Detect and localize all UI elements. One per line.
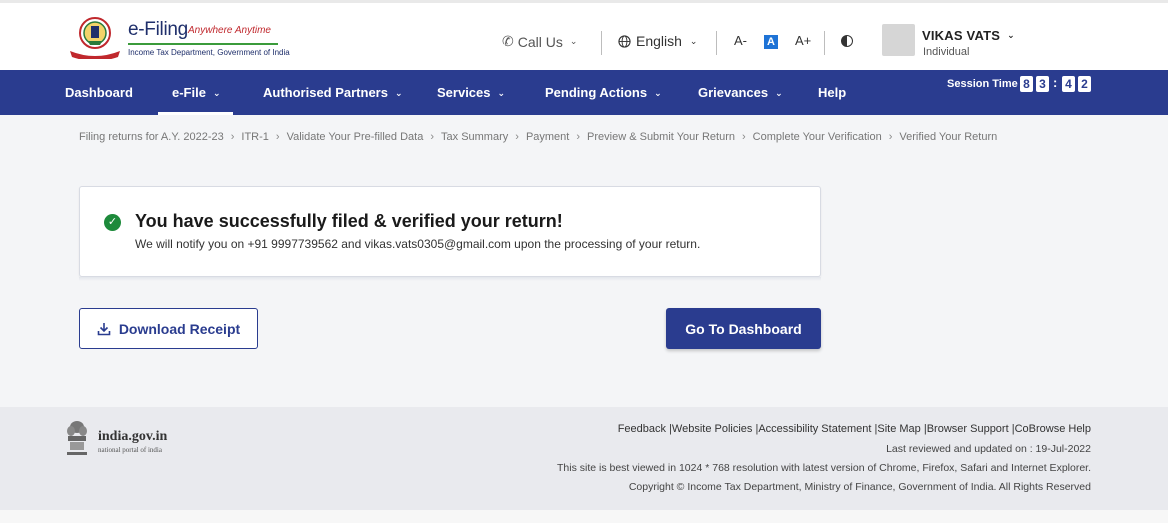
call-us-label: Call Us [517, 33, 563, 50]
logo-dept: Income Tax Department, Government of Ind… [128, 48, 290, 57]
download-receipt-button[interactable]: Download Receipt [79, 308, 258, 349]
go-to-dashboard-button[interactable]: Go To Dashboard [666, 308, 821, 349]
success-message: We will notify you on +91 9997739562 and… [135, 237, 701, 251]
chevron-down-icon: ⌄ [775, 87, 783, 98]
download-receipt-label: Download Receipt [118, 320, 241, 337]
india-gov-sub: national portal of india [98, 446, 162, 454]
income-tax-emblem-icon [70, 17, 120, 59]
avatar[interactable] [882, 24, 915, 56]
user-name: VIKAS VATS [922, 28, 1001, 43]
call-us-dropdown[interactable]: ✆ Call Us ⌄ [502, 33, 577, 50]
chevron-down-icon: ⌄ [654, 87, 662, 98]
nav-label: Authorised Partners [263, 84, 388, 100]
success-card: ✓ You have successfully filed & verified… [79, 186, 821, 277]
breadcrumb-item[interactable]: Complete Your Verification [753, 131, 882, 143]
footer: india.gov.in national portal of india Fe… [0, 407, 1168, 510]
language-label: English [636, 33, 682, 49]
font-increase-button[interactable]: A+ [795, 33, 811, 48]
breadcrumb-item[interactable]: ITR-1 [241, 131, 269, 143]
session-colon: : [1053, 75, 1058, 90]
globe-icon [618, 34, 631, 48]
efiling-logo[interactable]: e-Filing Anywhere Anytime Income Tax Dep… [64, 15, 290, 61]
session-digit: 2 [1078, 76, 1091, 92]
breadcrumb-item[interactable]: Filing returns for A.Y. 2022-23 [79, 131, 224, 143]
footer-link-website-policies[interactable]: Website Policies [672, 423, 753, 435]
phone-icon: ✆ [502, 33, 514, 49]
breadcrumb: Filing returns for A.Y. 2022-23 › ITR-1 … [79, 131, 997, 143]
success-headline: You have successfully filed & verified y… [135, 211, 563, 231]
divider [601, 31, 602, 55]
nav-label: Help [818, 84, 847, 100]
chevron-right-icon: › [515, 131, 519, 143]
session-time-label: Session Time [947, 78, 1018, 90]
footer-link-feedback[interactable]: Feedback [618, 423, 666, 435]
breadcrumb-item[interactable]: Tax Summary [441, 131, 508, 143]
nav-label: Pending Actions [545, 84, 648, 100]
go-to-dashboard-label: Go To Dashboard [685, 320, 802, 337]
user-menu[interactable]: VIKAS VATS ⌄ [922, 28, 1015, 43]
chevron-down-icon: ⌄ [1007, 30, 1015, 40]
footer-link-cobrowse-help[interactable]: CoBrowse Help [1015, 423, 1091, 435]
footer-link-site-map[interactable]: Site Map [877, 423, 920, 435]
breadcrumb-item[interactable]: Validate Your Pre-filled Data [287, 131, 424, 143]
bottom-strip [0, 510, 1168, 523]
font-decrease-button[interactable]: A- [734, 33, 747, 48]
top-header: e-Filing Anywhere Anytime Income Tax Dep… [0, 0, 1168, 70]
card-shadow [79, 277, 821, 281]
breadcrumb-item[interactable]: Payment [526, 131, 569, 143]
chevron-down-icon: ⌄ [569, 36, 578, 46]
footer-link-accessibility[interactable]: Accessibility Statement [758, 423, 871, 435]
nav-label: Dashboard [65, 84, 133, 100]
chevron-down-icon: ⌄ [394, 87, 403, 98]
nav-label: Services [437, 84, 491, 100]
contrast-icon[interactable] [841, 35, 853, 47]
national-emblem-icon [67, 421, 87, 455]
download-icon [97, 322, 111, 335]
nav-dashboard[interactable]: Dashboard [65, 70, 133, 115]
user-role: Individual [923, 46, 970, 58]
font-default-button[interactable]: A [764, 35, 778, 49]
divider [716, 31, 717, 55]
breadcrumb-item[interactable]: Preview & Submit Your Return [587, 131, 735, 143]
main-content: Filing returns for A.Y. 2022-23 › ITR-1 … [0, 115, 1168, 407]
logo-underline [128, 43, 278, 45]
footer-links: Feedback |Website Policies |Accessibilit… [617, 423, 1091, 435]
nav-pending-actions[interactable]: Pending Actions ⌄ [545, 70, 662, 115]
copyright: Copyright © Income Tax Department, Minis… [628, 481, 1091, 493]
logo-tagline: Anywhere Anytime [188, 25, 271, 36]
session-digit: 8 [1020, 76, 1033, 92]
nav-label: e-File [172, 84, 206, 100]
session-digit: 3 [1036, 76, 1049, 92]
nav-authorised-partners[interactable]: Authorised Partners ⌄ [263, 70, 403, 115]
last-reviewed: Last reviewed and updated on : 19-Jul-20… [886, 443, 1091, 455]
chevron-right-icon: › [576, 131, 581, 143]
session-digit: 4 [1062, 76, 1075, 92]
chevron-right-icon: › [888, 131, 893, 143]
main-nav: Dashboard e-File ⌄ Authorised Partners ⌄… [0, 70, 1168, 115]
chevron-right-icon: › [275, 131, 280, 143]
nav-services[interactable]: Services ⌄ [437, 70, 505, 115]
nav-efile[interactable]: e-File ⌄ [158, 70, 232, 115]
chevron-down-icon: ⌄ [212, 87, 221, 98]
footer-link-browser-support[interactable]: Browser Support [927, 423, 1009, 435]
india-gov-link[interactable]: india.gov.in [98, 429, 167, 445]
nav-grievances[interactable]: Grievances ⌄ [698, 70, 783, 115]
chevron-right-icon: › [230, 131, 235, 143]
chevron-right-icon: › [430, 131, 435, 143]
chevron-down-icon: ⌄ [497, 87, 506, 98]
best-viewed-note: This site is best viewed in 1024 * 768 r… [556, 462, 1091, 474]
breadcrumb-item-current: Verified Your Return [899, 131, 998, 143]
nav-help[interactable]: Help [818, 70, 846, 115]
logo-title: e-Filing [128, 19, 188, 40]
chevron-down-icon: ⌄ [689, 35, 698, 46]
check-circle-icon: ✓ [104, 214, 121, 231]
chevron-right-icon: › [742, 131, 746, 143]
nav-label: Grievances [698, 84, 769, 100]
language-dropdown[interactable]: English ⌄ [618, 33, 697, 49]
divider [824, 31, 825, 55]
